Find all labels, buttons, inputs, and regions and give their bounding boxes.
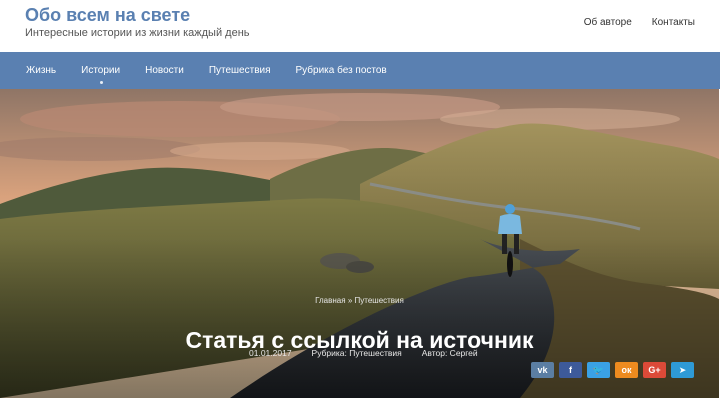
post-category-link[interactable]: Рубрика: Путешествия — [312, 348, 402, 358]
top-links: Об авторе Контакты — [584, 17, 695, 28]
hero-banner: Главная » Путешествия Статья с ссылкой н… — [0, 89, 719, 398]
contacts-link[interactable]: Контакты — [652, 17, 695, 28]
post-author: Автор: Сергей — [421, 348, 478, 358]
nav-item-news[interactable]: Новости — [145, 65, 184, 76]
odnoklassniki-share-button[interactable]: ок — [615, 362, 638, 378]
nav-item-stories[interactable]: Истории — [81, 65, 120, 84]
breadcrumb-home-link[interactable]: Главная — [315, 296, 345, 305]
post-date: 01.01.2017 — [249, 348, 292, 358]
facebook-share-button[interactable]: f — [559, 362, 582, 378]
site-title-link[interactable]: Обо всем на свете — [25, 5, 190, 26]
social-share-buttons: vk f 🐦 ок G+ ➤ — [531, 362, 694, 378]
about-author-link[interactable]: Об авторе — [584, 17, 632, 28]
site-header: Обо всем на свете Интересные истории из … — [0, 0, 725, 52]
telegram-icon: ➤ — [678, 364, 687, 375]
breadcrumb: Главная » Путешествия — [0, 296, 719, 305]
google-plus-share-button[interactable]: G+ — [643, 362, 666, 378]
vk-icon: vk — [537, 365, 548, 375]
site-description: Интересные истории из жизни каждый день — [25, 27, 250, 39]
twitter-share-button[interactable]: 🐦 — [587, 362, 610, 378]
breadcrumb-separator: » — [347, 296, 353, 305]
nav-item-life[interactable]: Жизнь — [26, 65, 56, 76]
post-meta: 01.01.2017 Рубрика: Путешествия Автор: С… — [249, 348, 478, 358]
nav-item-empty-category[interactable]: Рубрика без постов — [296, 65, 387, 76]
odnoklassniki-icon: ок — [621, 365, 632, 375]
google-plus-icon: G+ — [648, 365, 661, 375]
telegram-share-button[interactable]: ➤ — [671, 362, 694, 378]
facebook-icon: f — [569, 365, 572, 375]
vk-share-button[interactable]: vk — [531, 362, 554, 378]
breadcrumb-category-link[interactable]: Путешествия — [355, 296, 404, 305]
twitter-icon: 🐦 — [592, 364, 605, 375]
main-navigation: Жизнь Истории Новости Путешествия Рубрик… — [0, 52, 720, 89]
nav-item-travel[interactable]: Путешествия — [209, 65, 271, 76]
